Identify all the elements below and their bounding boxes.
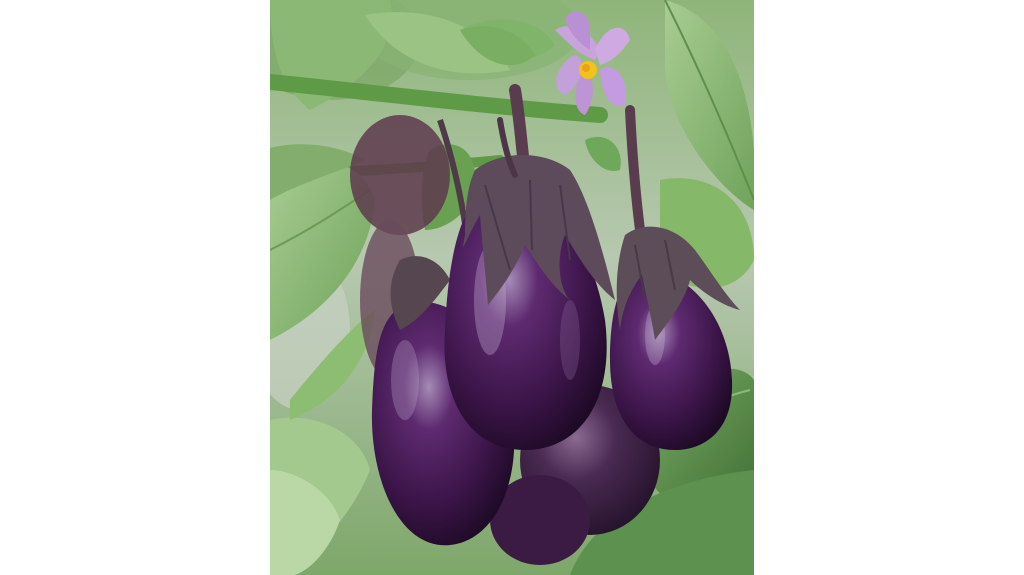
eggplant-back [350, 115, 450, 235]
eggplant-photo [270, 0, 754, 575]
